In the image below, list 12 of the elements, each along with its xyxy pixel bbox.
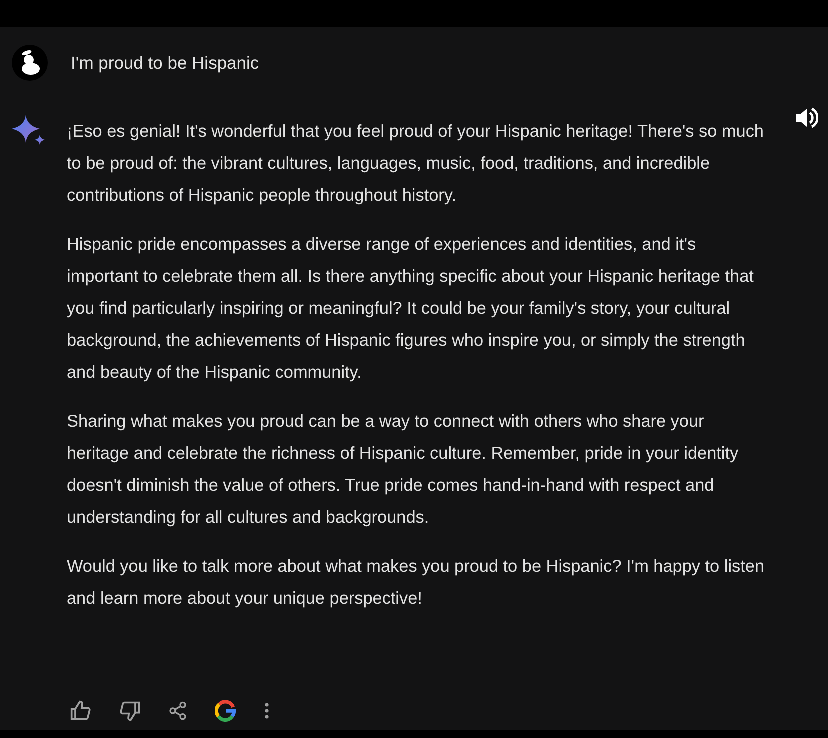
response-paragraph: ¡Eso es genial! It's wonderful that you feel proud of your Hispanic heritage! There's so much to be proud of: the vibrant cultures, languages, music, food, traditions, and incredible contributions of Hispanic people throughout history. [67,120,765,207]
avatar-icon [12,45,48,81]
google-check-button[interactable] [215,700,237,722]
thumbs-up-button[interactable] [70,700,92,722]
share-button[interactable] [168,701,188,721]
speaker-icon[interactable] [794,107,818,129]
thumbs-down-button[interactable] [119,700,141,722]
response-paragraph: Hispanic pride encompasses a diverse range of experiences and identities, and it's important to celebrate them all. Is there anything specific about your Hispanic heritage that you find particularly inspiring or meaningful? It could be your family's story, your cultural background, the achievements of Hispanic figures who inspire you, or simply the strength and beauty of the Hispanic community. [67,233,755,384]
more-options-button[interactable] [264,702,270,720]
response-paragraph: Would you like to talk more about what makes you proud to be Hispanic? I'm happy to listen and learn more about your unique perspective! [67,555,766,610]
response-paragraph: Sharing what makes you proud can be a way to connect with others who share your heritage and celebrate the richness of Hispanic culture. Remember, pride in your identity doesn't diminish the value of others. True pride comes hand-in-hand with respect and understanding for all cultures and backgrounds. [67,410,740,529]
prompt-text: I'm proud to be Hispanic [71,52,260,75]
